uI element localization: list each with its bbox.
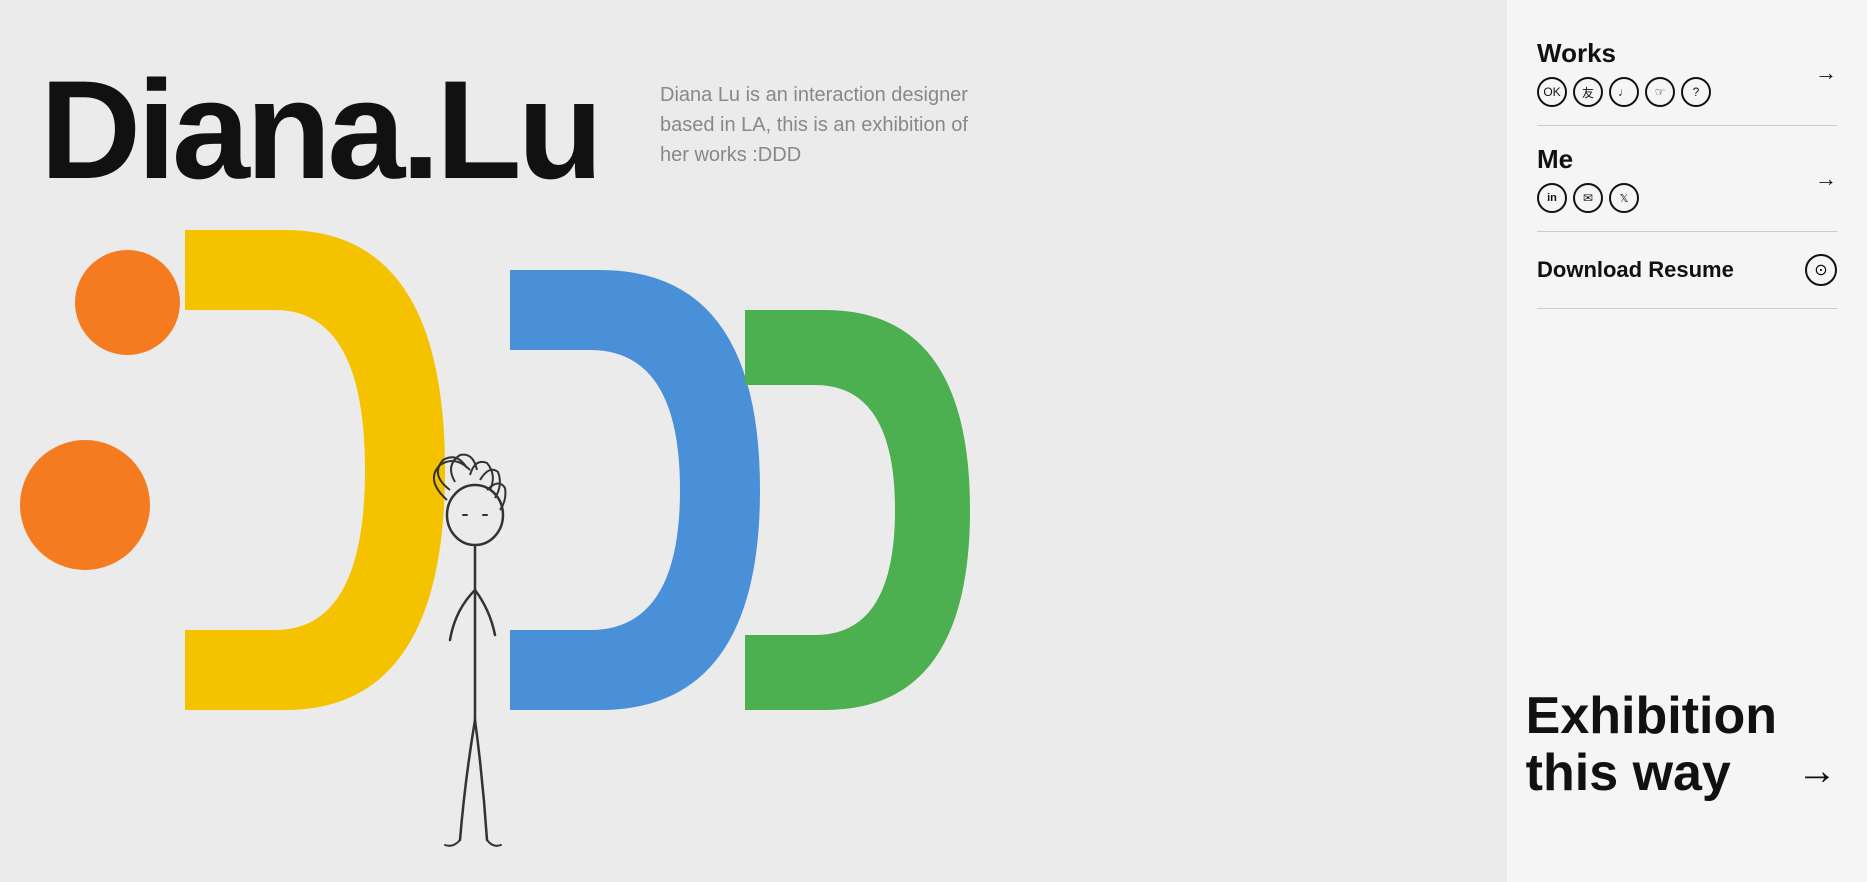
works-nav-content: Works OK 友 ♩ ☞ ? bbox=[1537, 38, 1815, 107]
download-resume-label: Download Resume bbox=[1537, 257, 1734, 283]
exhibition-text-block: Exhibition this way bbox=[1526, 688, 1777, 802]
download-icon: ⊙ bbox=[1805, 254, 1837, 286]
me-arrow-icon: → bbox=[1815, 166, 1837, 192]
me-nav-content: Me in ✉ 𝕏 bbox=[1537, 144, 1815, 213]
exhibition-section[interactable]: Exhibition this way → bbox=[1526, 688, 1837, 802]
works-arrow-icon: → bbox=[1815, 60, 1837, 86]
download-resume-item[interactable]: Download Resume ⊙ bbox=[1537, 232, 1837, 308]
exhibition-line2: this way bbox=[1526, 745, 1777, 802]
works-icon-ok: OK bbox=[1537, 77, 1567, 107]
exhibition-line1: Exhibition bbox=[1526, 688, 1777, 745]
works-icon-hand: ☞ bbox=[1645, 77, 1675, 107]
letter-d-yellow bbox=[155, 220, 445, 720]
works-icon-question: ? bbox=[1681, 77, 1711, 107]
sidebar: Works OK 友 ♩ ☞ ? → Me in ✉ 𝕏 → Download … bbox=[1507, 0, 1867, 882]
colon-dot-bottom bbox=[20, 440, 150, 570]
divider-3 bbox=[1537, 308, 1837, 309]
me-icons: in ✉ 𝕏 bbox=[1537, 183, 1815, 213]
works-nav-label: Works bbox=[1537, 38, 1815, 69]
works-icon-music: ♩ bbox=[1609, 77, 1639, 107]
me-nav-item[interactable]: Me in ✉ 𝕏 → bbox=[1537, 126, 1837, 231]
character-figure bbox=[415, 460, 535, 880]
works-nav-item[interactable]: Works OK 友 ♩ ☞ ? → bbox=[1537, 20, 1837, 125]
letter-d-green bbox=[720, 300, 970, 720]
linkedin-icon: in bbox=[1537, 183, 1567, 213]
email-icon: ✉ bbox=[1573, 183, 1603, 213]
site-title: Diana.Lu bbox=[40, 60, 599, 200]
illustration bbox=[0, 220, 1100, 880]
exhibition-arrow-icon: → bbox=[1797, 749, 1837, 802]
twitter-icon: 𝕏 bbox=[1609, 183, 1639, 213]
main-area: Diana.Lu Diana Lu is an interaction desi… bbox=[0, 0, 1165, 882]
works-icons: OK 友 ♩ ☞ ? bbox=[1537, 77, 1815, 107]
me-nav-label: Me bbox=[1537, 144, 1815, 175]
works-icon-friend: 友 bbox=[1573, 77, 1603, 107]
site-description: Diana Lu is an interaction designer base… bbox=[660, 80, 1000, 170]
